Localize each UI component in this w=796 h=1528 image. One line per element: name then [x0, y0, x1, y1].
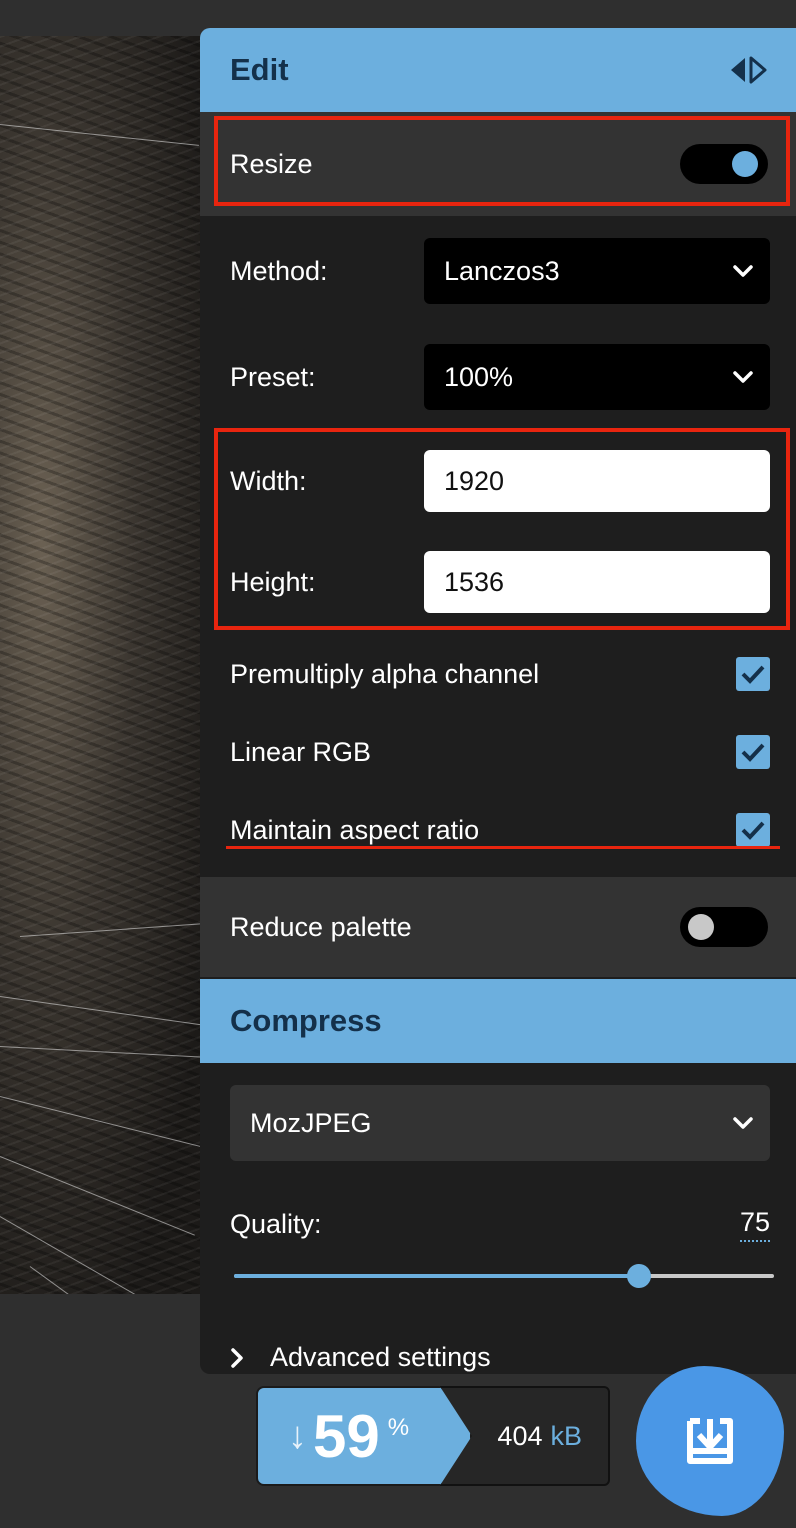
preset-value: 100% — [444, 361, 514, 392]
output-size-unit: kB — [550, 1420, 582, 1451]
linear-rgb-label: Linear RGB — [230, 736, 372, 767]
reduction-percent: 59 — [313, 1402, 380, 1470]
method-select[interactable]: Lanczos3 — [424, 238, 770, 304]
aspect-ratio-label: Maintain aspect ratio — [230, 814, 480, 845]
compress-header: Compress — [200, 979, 796, 1063]
reduce-palette-toggle[interactable] — [680, 907, 768, 947]
preview-image — [0, 36, 210, 1294]
edit-title: Edit — [230, 52, 289, 87]
reduce-palette-label: Reduce palette — [230, 911, 412, 942]
codec-select[interactable]: MozJPEG — [230, 1085, 770, 1161]
quality-slider[interactable] — [234, 1264, 774, 1288]
quality-label: Quality: — [230, 1209, 322, 1239]
size-reduction-badge: ↓ 59 % — [256, 1386, 472, 1486]
chevron-down-icon — [733, 265, 753, 277]
method-value: Lanczos3 — [444, 255, 560, 286]
resize-highlight — [214, 116, 790, 206]
chevron-down-icon — [733, 371, 753, 383]
result-summary: ↓ 59 % 404 kB — [256, 1386, 610, 1486]
swap-side-button[interactable] — [728, 56, 768, 84]
checkmark-icon — [741, 665, 765, 684]
percent-symbol: % — [387, 1414, 410, 1441]
codec-value: MozJPEG — [250, 1107, 372, 1138]
swap-side-icon — [731, 56, 767, 84]
down-arrow-icon: ↓ — [288, 1414, 307, 1457]
quality-row: Quality: 75 — [200, 1207, 796, 1242]
preset-label: Preset: — [230, 361, 316, 392]
quality-value[interactable]: 75 — [739, 1207, 770, 1242]
advanced-settings-label: Advanced settings — [270, 1342, 491, 1372]
chevron-down-icon — [733, 1117, 753, 1129]
compress-title: Compress — [230, 1003, 382, 1038]
slider-fill — [234, 1274, 639, 1278]
output-size-value: 404 — [497, 1420, 543, 1451]
preset-select[interactable]: 100% — [424, 344, 770, 410]
slider-thumb[interactable] — [627, 1264, 651, 1288]
options-panel: Edit Resize Method: Lanczos3 Preset: 100… — [200, 28, 796, 1374]
aspect-ratio-checkbox[interactable] — [736, 813, 770, 847]
download-button[interactable] — [636, 1366, 784, 1516]
dimensions-highlight — [214, 428, 790, 630]
premultiply-row: Premultiply alpha channel — [230, 652, 770, 696]
aspect-ratio-underline — [226, 846, 780, 849]
linear-rgb-checkbox[interactable] — [736, 735, 770, 769]
method-label: Method: — [230, 255, 328, 286]
edit-header: Edit — [200, 28, 796, 112]
download-icon — [687, 1418, 733, 1464]
method-row: Method: Lanczos3 — [230, 238, 770, 304]
linear-rgb-row: Linear RGB — [230, 730, 770, 774]
preset-row: Preset: 100% — [230, 344, 770, 410]
premultiply-label: Premultiply alpha channel — [230, 658, 540, 689]
checkmark-icon — [741, 821, 765, 840]
premultiply-checkbox[interactable] — [736, 657, 770, 691]
reduce-palette-row: Reduce palette — [200, 877, 796, 977]
chevron-right-icon — [231, 1347, 243, 1368]
checkmark-icon — [741, 743, 765, 762]
